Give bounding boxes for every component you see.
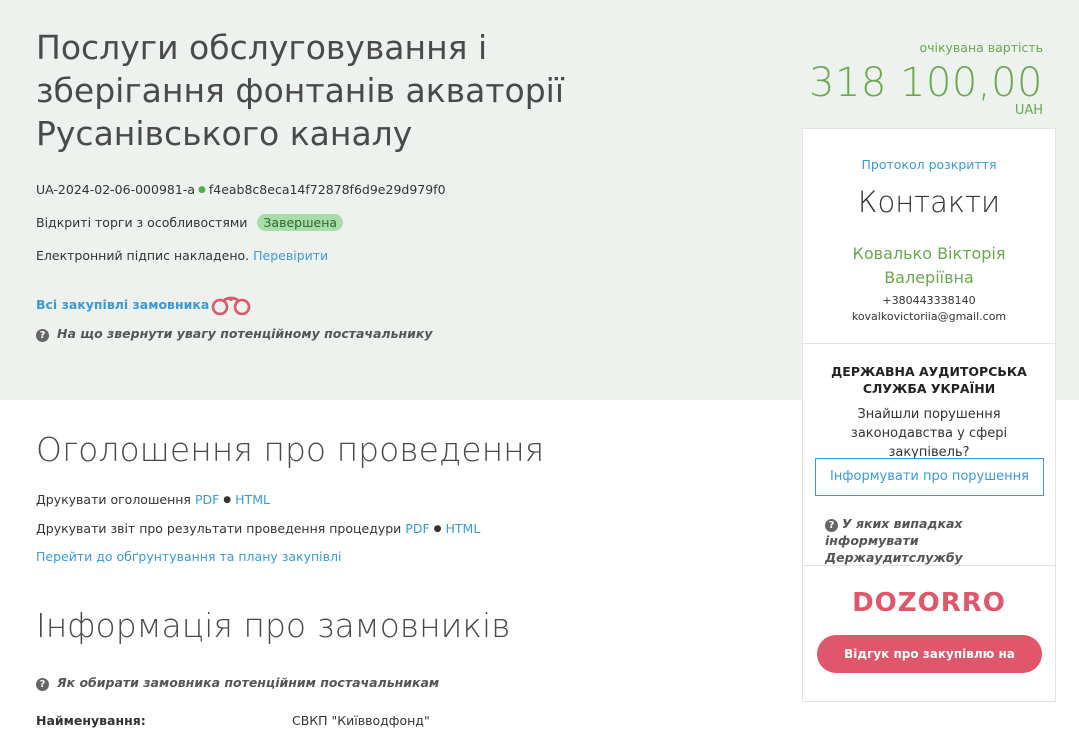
contact-name: Ковалько Вікторія Валеріївна [803,242,1055,290]
page-title: Послуги обслуговування і зберігання фонт… [36,28,564,153]
print-report-label: Друкувати звіт про результати проведення… [36,521,402,536]
contact-name-line2: Валеріївна [884,268,974,287]
audit-title: ДЕРЖАВНА АУДИТОРСЬКА СЛУЖБА УКРАЇНИ [831,364,1027,396]
supplier-hint[interactable]: ? На що звернути увагу потенційному поста… [36,326,433,342]
print-notice-pdf-link[interactable]: PDF [195,492,219,507]
price-currency: UAH [1014,103,1043,118]
question-icon: ? [36,678,49,691]
print-report-line: Друкувати звіт про результати проведення… [36,521,480,536]
tender-id: UA-2024-02-06-000981-a [36,182,195,197]
tender-hash: f4eab8c8eca14f72878f6d9e29d979f0 [208,182,446,197]
question-icon: ? [825,519,838,532]
procedure-type: Відкриті торги з особливостями [36,215,248,230]
customers-title: Інформація про замовників [36,606,511,645]
price-label: очікувана вартість [919,40,1043,55]
question-icon: ? [36,329,49,342]
sidebar: Протокол розкриття Контакти Ковалько Вік… [802,128,1056,702]
price-value: 318 100,00 [808,60,1043,106]
status-badge: Завершена [257,214,344,231]
plan-link[interactable]: Перейти до обґрунтування та плану закупі… [36,549,341,564]
all-purchases-row: Всі закупівлі замовника [36,294,209,313]
customer-name-value: СВКП "Київводфонд" [292,713,430,728]
verify-signature-link[interactable]: Перевірити [253,248,328,263]
print-notice-label: Друкувати оголошення [36,492,191,507]
audit-hint[interactable]: ? У яких випадках інформувати Держаудитсл… [825,515,1049,566]
customer-hint[interactable]: ? Як обирати замовника потенційним постач… [36,675,439,691]
audit-hint-text: У яких випадках інформувати Держаудитслу… [825,516,963,565]
supplier-hint-text: На що звернути увагу потенційному постач… [57,326,433,341]
announcement-title: Оголошення про проведення [36,430,545,469]
procedure-line: Відкриті торги з особливостями Завершена [36,214,344,231]
print-notice-html-link[interactable]: HTML [235,492,270,507]
dozorro-section: DOZORRO Відгук про закупівлю на Дозорро [803,566,1055,703]
plan-link-line: Перейти до обґрунтування та плану закупі… [36,549,341,564]
all-purchases-link[interactable]: Всі закупівлі замовника [36,297,209,312]
binoculars-icon[interactable] [210,294,252,316]
tender-id-line: UA-2024-02-06-000981-a ● f4eab8c8eca14f728… [36,182,446,197]
report-violation-button[interactable]: Інформувати про порушення [815,458,1044,496]
contacts-title: Контакти [857,185,1001,219]
audit-question: Знайшли порушення законодавства у сфері … [850,407,1008,460]
dozorro-feedback-button[interactable]: Відгук про закупівлю на Дозорро [817,635,1042,699]
separator-dot: ● [433,524,442,534]
customer-name-label: Найменування: [36,713,146,728]
print-notice-line: Друкувати оголошення PDF ● HTML [36,492,270,507]
protocol-link[interactable]: Протокол розкриття [803,157,1055,172]
audit-section: ДЕРЖАВНА АУДИТОРСЬКА СЛУЖБА УКРАЇНИ Знай… [803,344,1055,566]
contact-name-line1: Ковалько Вікторія [852,244,1006,263]
print-report-html-link[interactable]: HTML [446,521,481,536]
separator-dot: ● [197,185,206,195]
signature-text: Електронний підпис накладено. [36,248,250,263]
contact-email[interactable]: kovalkovictoriia@gmail.com [803,310,1055,323]
separator-dot: ● [223,495,232,505]
contact-phone: +380443338140 [882,294,976,307]
contacts-section: Протокол розкриття Контакти Ковалько Вік… [803,129,1055,344]
print-report-pdf-link[interactable]: PDF [405,521,429,536]
signature-line: Електронний підпис накладено. Перевірити [36,248,328,263]
customer-hint-text: Як обирати замовника потенційним постача… [57,675,440,690]
dozorro-logo: DOZORRO [852,588,1006,618]
